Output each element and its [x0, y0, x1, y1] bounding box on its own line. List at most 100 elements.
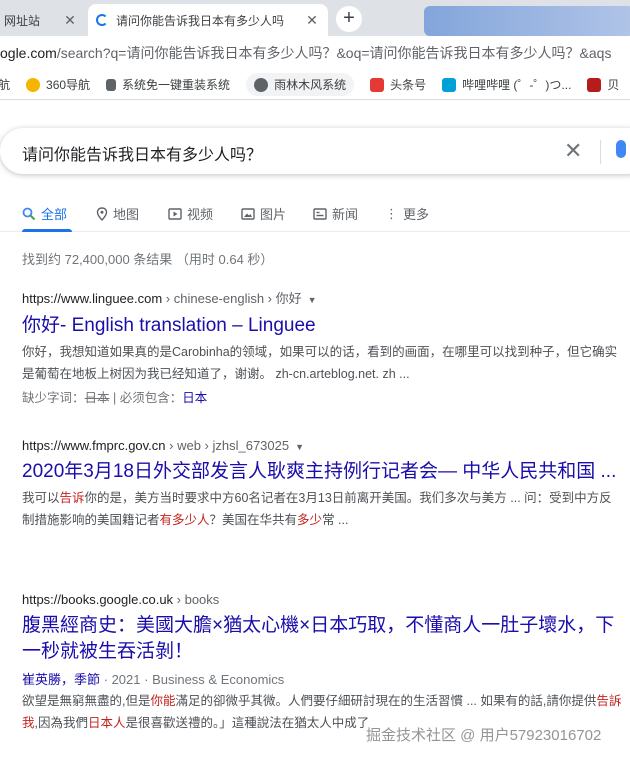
map-pin-icon [96, 206, 108, 221]
result-site: https://books.google.co.uk [22, 592, 174, 607]
bookmark-item[interactable]: 哔哩哔哩 (゜-゜)つ... [442, 76, 571, 93]
result-url[interactable]: https://www.linguee.com › chinese-englis… [22, 288, 622, 307]
author-link[interactable]: 崔英勝，季節 [22, 672, 100, 687]
result-path: › chinese-english › 你好 [162, 291, 302, 306]
tab-all[interactable]: 全部 [22, 204, 67, 223]
snippet-text: 我可以 [22, 491, 60, 505]
clear-icon[interactable]: ✕ [564, 138, 582, 164]
book-year: 2021 [111, 672, 141, 687]
bookmark-label: 雨林木风系统 [274, 78, 347, 92]
snippet-highlight: 日本人 [88, 716, 126, 730]
tab-more[interactable]: ⋮ 更多 [385, 204, 429, 223]
bookmark-label: 360导航 [46, 78, 91, 92]
tab-videos[interactable]: 视频 [168, 204, 213, 223]
browser-tab[interactable]: 网址站 ✕ [0, 4, 86, 36]
watermark: 掘金技术社区 @ 用户57923016702 [366, 727, 602, 744]
snippet-highlight: 有多少人 [159, 513, 210, 527]
new-tab-button[interactable]: + [336, 6, 362, 32]
more-icon: ⋮ [385, 205, 398, 221]
snippet-text: 常 ... [322, 513, 349, 527]
chevron-down-icon[interactable]: ▼ [295, 442, 304, 452]
required-label: | 必须包含： [109, 391, 183, 405]
bookmark-item[interactable]: 360导航 [26, 76, 90, 93]
bookmark-label: 贝 [607, 78, 620, 92]
tab-maps[interactable]: 地图 [96, 204, 139, 223]
result-snippet: 我可以告诉你的是，美方当时要求中方60名记者在3月13日前离开美国。我们多次与美… [22, 487, 622, 531]
chevron-down-icon[interactable]: ▼ [308, 295, 317, 305]
result-title-link[interactable]: 你好- English translation – Linguee [22, 313, 622, 339]
image-icon [241, 207, 255, 220]
result-site: https://www.fmprc.gov.cn [22, 438, 166, 453]
missing-label: 缺少字词： [22, 391, 85, 405]
result-missing-terms: 缺少字词：日本 | 必须包含：日本 [22, 387, 622, 406]
missing-word: 日本 [84, 391, 110, 405]
toutiao-icon [370, 77, 385, 92]
snippet-text: ？美国在华共有 [209, 513, 298, 527]
video-icon [168, 207, 182, 220]
search-nav-tabs: 全部 地图 视频 图片 新闻 ⋮ 更多 [0, 196, 630, 232]
bookmark-item[interactable]: 头条号 [370, 76, 426, 93]
result-title-link[interactable]: 2020年3月18日外交部发言人耿爽主持例行记者会— 中华人民共和国 ... [22, 459, 622, 485]
tab-label: 更多 [403, 207, 430, 222]
search-icon [22, 207, 36, 220]
browser-tab-active[interactable]: 请问你能告诉我日本有多少人吗 ✕ [88, 4, 328, 36]
close-icon[interactable]: ✕ [304, 12, 320, 29]
tab-news[interactable]: 新闻 [313, 204, 358, 223]
book-category: Business & Economics [152, 672, 285, 687]
search-result: https://www.linguee.com › chinese-englis… [22, 288, 622, 406]
bookmark-item[interactable]: 系统免一键重装系统 [106, 76, 230, 93]
bookmark-label: 航 [0, 76, 10, 93]
bookmark-label: 头条号 [390, 78, 427, 92]
snippet-highlight: 告诉 [59, 491, 85, 505]
search-input[interactable]: 请问你能告诉我日本有多少人吗？ [22, 141, 262, 165]
result-title-link[interactable]: 腹黑經商史：美國大膽×猶太心機×日本巧取，不懂商人一肚子壞水，下一秒就被生吞活剝… [22, 613, 622, 665]
result-path: › books [173, 592, 220, 607]
result-stats: 找到约 72,400,000 条结果 （用时 0.64 秒） [22, 252, 274, 267]
url-host: ogle.com [0, 45, 57, 61]
news-icon [313, 207, 327, 220]
bilibili-icon [442, 77, 457, 92]
bookmark-item[interactable]: 贝 [587, 76, 619, 93]
bookmark-label: 系统免一键重装系统 [122, 78, 231, 92]
result-url[interactable]: https://www.fmprc.gov.cn › web › jzhsl_6… [22, 438, 622, 453]
bookmarks-bar: 航 360导航 系统免一键重装系统 雨林木风系统 头条号 哔哩哔哩 (゜-゜)つ… [0, 70, 630, 100]
active-tab-indicator [22, 229, 72, 232]
360-icon [26, 77, 41, 92]
url-path: /search?q=请问你能告诉我日本有多少人吗？&oq=请问你能告诉我日本有多… [56, 45, 612, 61]
tool-icon [106, 78, 117, 91]
loading-spinner-icon [96, 14, 108, 26]
close-icon[interactable]: ✕ [62, 12, 78, 29]
bookmark-item[interactable]: 航 [0, 76, 10, 93]
divider [600, 140, 601, 164]
tab-strip: 网址站 ✕ 请问你能告诉我日本有多少人吗 ✕ + [0, 0, 630, 36]
bookmark-item[interactable]: 雨林木风系统 [246, 73, 355, 96]
search-result: https://www.fmprc.gov.cn › web › jzhsl_6… [22, 438, 622, 531]
search-box[interactable]: 请问你能告诉我日本有多少人吗？ ✕ [0, 128, 630, 174]
tab-label: 全部 [41, 207, 68, 222]
tab-images[interactable]: 图片 [241, 204, 286, 223]
required-word-link[interactable]: 日本 [182, 391, 207, 405]
bookmark-label: 哔哩哔哩 (゜-゜)つ... [462, 78, 572, 92]
app-icon [587, 77, 602, 92]
tab-title: 网址站 [4, 13, 41, 28]
microphone-icon[interactable] [616, 140, 626, 158]
snippet-highlight: 你能 [150, 694, 176, 708]
result-url[interactable]: https://books.google.co.uk › books [22, 592, 622, 607]
address-bar[interactable]: ogle.com/search?q=请问你能告诉我日本有多少人吗？&oq=请问你… [0, 36, 630, 70]
snippet-highlight: 多少 [297, 513, 323, 527]
tab-title: 请问你能告诉我日本有多少人吗 [116, 13, 285, 28]
result-site: https://www.linguee.com [22, 291, 163, 306]
snippet-text: 滿足的卻微乎其微。人們要仔細研討現在的生活習慣 ... 如果有的話,請你提供 [175, 694, 597, 708]
globe-icon [254, 77, 269, 92]
tab-label: 图片 [260, 207, 287, 222]
tab-label: 新闻 [332, 207, 359, 222]
tab-label: 地图 [113, 207, 140, 222]
snippet-text: 欲望是無窮無盡的,但是 [22, 694, 151, 708]
tab-label: 视频 [187, 207, 214, 222]
result-book-meta: 崔英勝，季節 · 2021 · Business & Economics [22, 672, 285, 687]
blurred-region [424, 6, 630, 36]
result-snippet: 你好，我想知道如果真的是Carobinha的领域，如果可以的话，看到的画面，在哪… [22, 345, 618, 381]
snippet-text: 是很喜歡送禮的。」這種說法在猶太人中成了 [125, 716, 370, 730]
search-result: https://books.google.co.uk › books 腹黑經商史… [22, 592, 622, 734]
result-path: › web › jzhsl_673025 [165, 438, 290, 453]
